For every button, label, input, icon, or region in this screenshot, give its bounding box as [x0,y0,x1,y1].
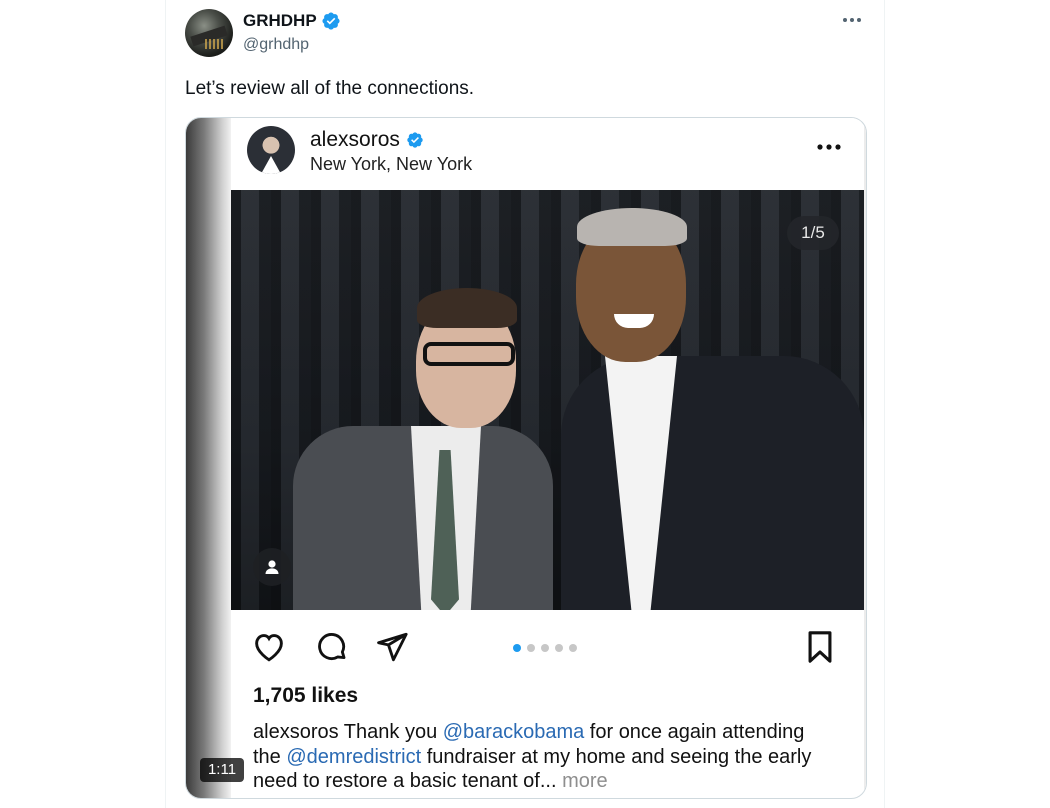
verified-badge-icon[interactable] [321,11,341,31]
carousel-dot [541,644,549,652]
instagram-username: alexsoros [310,128,400,151]
instagram-post-header: alexsoros New York, New York [231,118,861,190]
photo-figure-left-glasses [423,342,515,366]
image-counter-badge: 1/5 [787,216,839,250]
video-duration-badge: 1:11 [200,758,244,782]
instagram-avatar [247,126,295,174]
video-frame-edge [186,118,231,798]
instagram-photo: 1/5 [231,190,864,610]
tweet[interactable]: GRHDHP @grhdhp Let’s review all of the c… [166,0,884,808]
author-display-name[interactable]: GRHDHP [243,11,317,31]
timeline-border-right [884,0,885,808]
more-options-icon[interactable] [840,10,864,30]
instagram-more-icon [817,144,841,150]
author-avatar[interactable] [185,9,233,57]
caption-mention-barackobama: @barackobama [442,721,585,743]
carousel-dot [527,644,535,652]
photo-figure-right [561,356,864,610]
carousel-dot [513,644,521,652]
tweet-video[interactable]: alexsoros New York, New York 1/5 1,705 l… [185,117,867,799]
instagram-likes: 1,705 likes [253,684,359,707]
video-frame-edge-right [864,118,866,798]
instagram-verified-icon [407,132,423,148]
instagram-caption: alexsoros Thank you @barackobama for onc… [253,720,833,794]
caption-more-link: more [562,770,608,792]
tweet-text: Let’s review all of the connections. [185,78,475,99]
bookmark-icon [808,631,832,663]
caption-mention-demredistrict: @demredistrict [286,745,422,768]
instagram-location: New York, New York [310,154,473,174]
photo-figure-right-hair [577,208,687,246]
author-name-row: GRHDHP [243,11,341,31]
carousel-dot [569,644,577,652]
caption-author: alexsoros [253,721,339,743]
photo-figure-left-hair [417,288,517,328]
author-handle[interactable]: @grhdhp [243,36,309,54]
person-tag-icon [253,548,291,586]
instagram-user-row: alexsoros [310,128,424,152]
caption-text-1: Thank you [338,721,443,743]
carousel-dot [555,644,563,652]
comment-icon [318,633,346,660]
instagram-actions-bar [231,610,861,682]
carousel-indicator [513,644,577,652]
heart-icon [255,634,283,662]
share-icon [377,632,408,662]
